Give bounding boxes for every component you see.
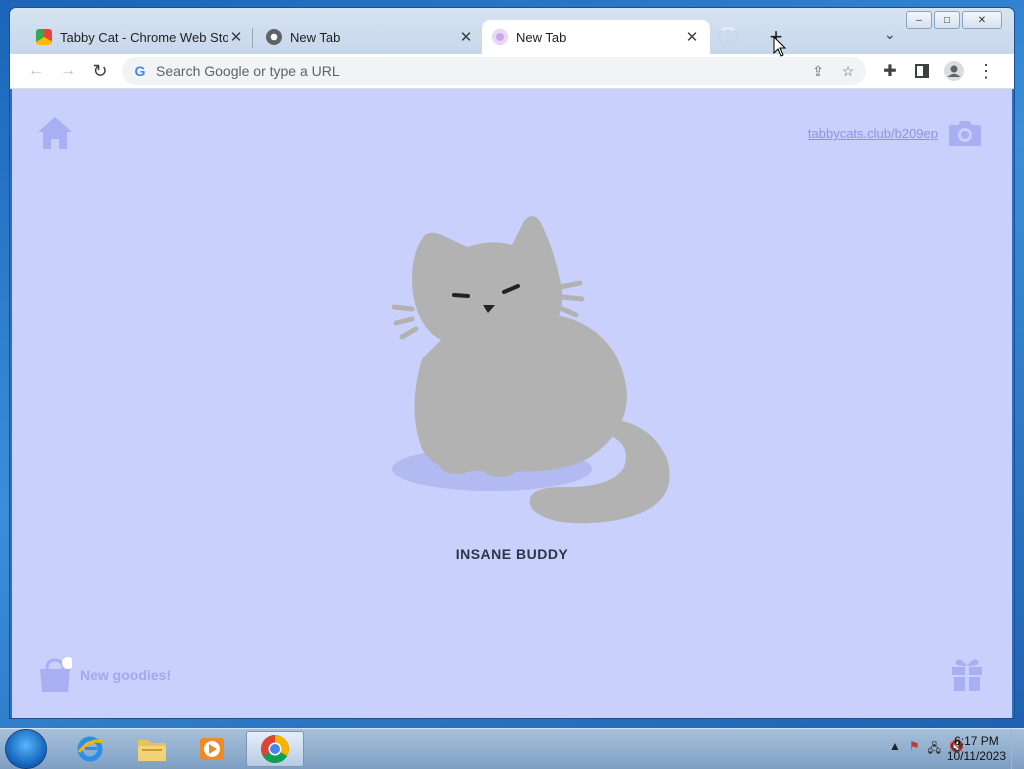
share-icon[interactable]: ⇪ [806,63,830,80]
clock-time: 6:17 PM [954,734,999,748]
forward-button[interactable]: → [56,59,80,83]
shopping-bag-icon [40,657,72,692]
mouse-cursor-icon [773,36,787,57]
address-bar-placeholder: Search Google or type a URL [156,63,340,79]
browser-window: – □ ✕ Tabby Cat - Chrome Web Store ✕ New… [10,8,1014,718]
bookmark-star-icon[interactable]: ☆ [836,63,860,80]
tabby-cat-illustration[interactable] [382,209,682,529]
tab-title: New Tab [290,29,341,45]
tab-title: Tabby Cat - Chrome Web Store [60,29,228,45]
google-icon: G [134,63,146,79]
action-center-flag-icon[interactable]: ⚑ [909,739,920,760]
close-window-button[interactable]: ✕ [962,11,1002,29]
tab-chrome-web-store[interactable]: Tabby Cat - Chrome Web Store ✕ [26,20,254,54]
media-player-icon[interactable] [184,731,240,767]
reload-button[interactable]: ↻ [88,59,112,83]
start-button[interactable] [6,730,46,768]
gift-icon[interactable] [950,656,984,692]
tab-strip: – □ ✕ Tabby Cat - Chrome Web Store ✕ New… [10,8,1014,54]
show-desktop-button[interactable] [1011,729,1024,769]
tab-title: New Tab [516,29,567,45]
maximize-button[interactable]: □ [934,11,960,29]
new-goodies-label: New goodies! [80,667,172,683]
share-cat-link[interactable]: tabbycats.club/b209ep [808,126,938,141]
window-controls: – □ ✕ [906,11,1002,29]
address-bar[interactable]: G Search Google or type a URL ⇪ ☆ [122,57,866,85]
tab-close-button[interactable]: ✕ [458,28,474,46]
back-button[interactable]: ← [24,59,48,83]
chrome-icon[interactable] [246,731,304,767]
extensions-puzzle-icon[interactable]: ✚ [878,59,902,83]
tab-close-button[interactable]: ✕ [684,28,700,46]
camera-icon[interactable] [948,119,982,147]
tabby-cat-icon [492,29,508,45]
tab-search-button[interactable]: ⌄ [884,26,896,43]
show-hidden-icons-button[interactable]: ▲ [889,739,901,760]
windows-taskbar: ▲ ⚑ 🖧 🔇 6:17 PM 10/11/2023 [0,728,1024,769]
profile-avatar-icon[interactable] [942,59,966,83]
tab-new-tab-active[interactable]: New Tab ✕ [482,20,710,54]
chrome-icon [266,29,282,45]
network-icon[interactable]: 🖧 [928,739,941,760]
tabby-cat-new-tab-page: tabbycats.club/b209ep INSANE BUDDY New g… [12,89,1012,718]
browser-toolbar: ← → ↻ G Search Google or type a URL ⇪ ☆ … [10,54,1014,89]
loading-spinner-icon [718,27,738,47]
browser-menu-button[interactable]: ⋮ [974,59,998,83]
new-goodies-button[interactable]: New goodies! [38,657,171,693]
tab-new-tab[interactable]: New Tab ✕ [256,20,484,54]
tab-close-button[interactable]: ✕ [228,28,244,46]
tab-separator [252,28,253,48]
clock-date: 10/11/2023 [946,749,1006,763]
chrome-web-store-icon [36,29,52,45]
internet-explorer-icon[interactable] [62,731,118,767]
file-explorer-icon[interactable] [124,731,180,767]
cat-name: INSANE BUDDY [455,546,569,562]
side-panel-icon[interactable] [910,59,934,83]
minimize-button[interactable]: – [906,11,932,29]
system-clock[interactable]: 6:17 PM 10/11/2023 [947,734,1006,764]
home-icon[interactable] [36,115,74,151]
